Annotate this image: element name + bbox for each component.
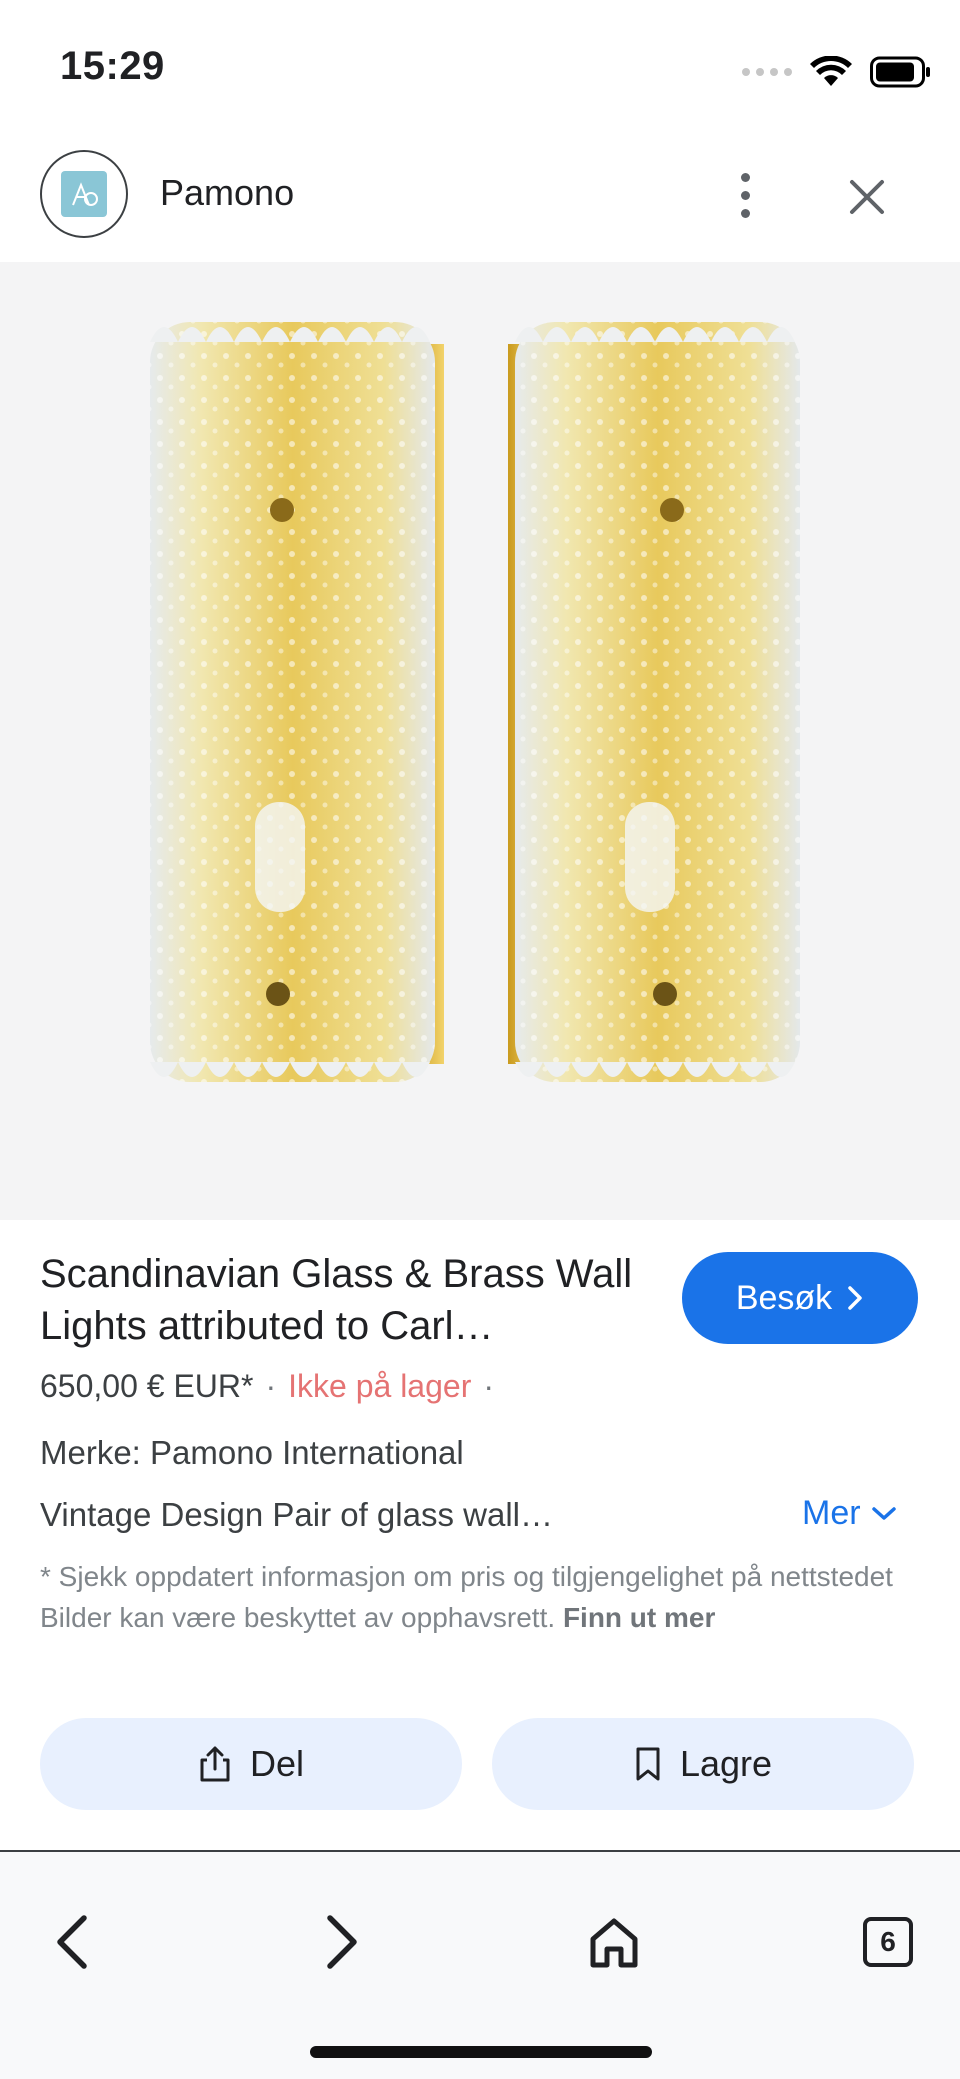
brand: Merke: Pamono International <box>40 1434 464 1471</box>
bookmark-icon <box>636 1747 660 1781</box>
price-row: 650,00 € EUR* · Ikke på lager · <box>40 1368 506 1405</box>
home-icon <box>590 1918 638 1968</box>
wifi-icon <box>810 56 852 86</box>
home-button[interactable] <box>574 1902 654 1982</box>
back-button[interactable] <box>32 1902 112 1982</box>
product-description: Vintage Design Pair of glass wall… <box>40 1496 553 1533</box>
lamp-left <box>150 322 444 1082</box>
learn-more-link[interactable]: Finn ut mer <box>563 1602 715 1633</box>
visit-label: Besøk <box>735 1278 833 1317</box>
save-button[interactable]: Lagre <box>492 1718 914 1810</box>
product-title[interactable]: Scandinavian Glass & Brass Wall Lights a… <box>40 1248 640 1352</box>
more-label: Mer <box>802 1494 861 1532</box>
disclaimer-text: * Sjekk oppdatert informasjon om pris og… <box>40 1561 893 1633</box>
chevron-right-icon <box>848 1286 862 1310</box>
back-icon <box>57 1915 87 1969</box>
product-image[interactable] <box>0 262 960 1220</box>
separator-dot: · <box>265 1368 277 1404</box>
forward-button[interactable] <box>302 1902 382 1982</box>
home-indicator <box>310 2046 652 2058</box>
status-time: 15:29 <box>60 44 165 88</box>
battery-icon <box>870 56 930 88</box>
share-icon <box>200 1746 230 1782</box>
more-vertical-icon[interactable] <box>720 160 770 230</box>
price: 650,00 € EUR* <box>40 1368 254 1404</box>
pamono-logo-icon[interactable] <box>40 150 128 238</box>
browser-toolbar: 6 <box>0 1852 960 2079</box>
close-icon[interactable] <box>840 170 894 224</box>
separator-dot: · <box>483 1368 494 1404</box>
save-label: Lagre <box>679 1743 773 1784</box>
share-button[interactable]: Del <box>40 1718 462 1810</box>
stock-status: Ikke på lager <box>288 1368 472 1404</box>
visit-button[interactable]: Besøk <box>682 1252 918 1344</box>
lamp-right <box>508 322 800 1082</box>
status-icons <box>742 52 932 92</box>
tabs-button[interactable]: 6 <box>848 1902 928 1982</box>
tabs-icon: 6 <box>863 1917 913 1967</box>
status-bar: 15:29 <box>0 0 960 130</box>
chevron-down-icon <box>871 1506 896 1520</box>
app-header: Pamono <box>0 130 960 260</box>
disclaimer: * Sjekk oppdatert informasjon om pris og… <box>40 1556 900 1638</box>
site-name[interactable]: Pamono <box>160 172 294 214</box>
cellular-signal-icon <box>742 68 792 76</box>
more-button[interactable]: Mer <box>802 1494 897 1533</box>
forward-icon <box>327 1915 357 1969</box>
share-label: Del <box>249 1743 305 1784</box>
